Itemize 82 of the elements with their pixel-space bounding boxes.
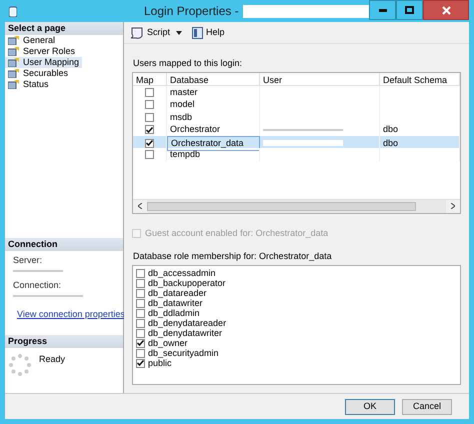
scrollbar-thumb[interactable] [147,202,416,211]
server-label: Server: [13,255,44,266]
role-label: db_owner [148,338,188,349]
role-label: db_securityadmin [148,348,219,359]
table-row[interactable]: master [133,86,460,98]
maximize-button[interactable] [396,0,423,20]
map-checkbox[interactable] [145,138,154,148]
role-checkbox[interactable] [136,338,145,348]
window-title: Login Properties - [144,4,239,18]
column-header[interactable]: Default Schema [380,72,460,86]
connection-label: Connection: [13,280,62,291]
table-cell: master [167,86,260,99]
scroll-left-button[interactable] [133,200,147,213]
page-icon [8,58,19,67]
table-cell: Orchestrator_data [167,136,260,151]
column-header[interactable]: Map [133,72,167,86]
redaction-bar [13,294,83,297]
dialog-button[interactable]: Cancel [402,398,452,414]
section-header: Select a page [5,22,123,35]
role-label: db_datareader [148,288,207,299]
role-label: public [148,358,172,369]
page-icon [8,68,19,78]
close-icon [442,6,450,14]
dialog-button[interactable]: OK [345,398,395,414]
minimize-button[interactable] [369,0,396,20]
role-checkbox[interactable] [136,288,145,298]
section-header: Progress [5,335,123,348]
role-label: db_ddladmin [148,308,200,319]
role-label: db_denydatareader [148,318,226,329]
page-item[interactable]: General [5,34,58,46]
map-checkbox[interactable] [145,150,154,160]
table-row[interactable]: msdb [133,110,460,124]
role-label: db_backupoperator [148,278,226,289]
page-icon [8,36,19,45]
maximize-icon [405,6,414,14]
role-checkbox[interactable] [136,298,145,308]
section-label: Database role membership for: Orchestrator_data [132,250,333,262]
section-header: Connection [5,238,123,252]
role-checkbox[interactable] [136,268,145,278]
page-item[interactable]: User Mapping [5,56,82,68]
section-label: Users mapped to this login: [132,57,244,69]
book-icon [192,26,204,38]
guest-label: Guest account enabled for: Orchestrator_data [145,228,328,239]
page-item[interactable]: Securables [5,68,72,79]
table-cell: tempdb [167,148,260,162]
minimize-icon [378,8,386,12]
table-cell: msdb [167,110,260,124]
map-checkbox[interactable] [145,100,154,110]
script-button[interactable]: Script [128,26,172,38]
page-icon [8,80,19,89]
role-checkbox[interactable] [136,358,145,368]
column-header[interactable]: Database [167,72,260,86]
table-cell: Orchestrator [167,123,260,136]
role-checkbox[interactable] [136,278,145,288]
column-header[interactable]: User [260,72,380,86]
connection-properties-link[interactable]: View connection properties [17,308,125,320]
help-button[interactable]: Help [190,26,227,38]
page-icon [8,46,19,56]
app-icon [9,6,17,16]
role-checkbox[interactable] [136,328,145,338]
scroll-right-button[interactable] [446,200,460,213]
page-item[interactable]: Status [5,78,52,90]
role-checkbox[interactable] [136,348,145,358]
table-cell: dbo [380,136,460,151]
table-row[interactable]: model [133,98,460,111]
role-label: db_accessadmin [148,268,216,279]
close-button[interactable] [423,0,469,20]
role-checkbox[interactable] [136,308,145,318]
map-checkbox[interactable] [145,88,154,97]
table-cell: model [167,98,260,112]
table-row[interactable]: Orchestrator_data dbo [133,136,460,148]
progress-status: Ready [39,354,66,366]
spinner-icon [9,354,31,376]
table-row[interactable]: tempdb [133,148,460,161]
map-checkbox[interactable] [145,112,154,122]
role-label: db_datawriter [148,298,203,309]
dropdown-caret-icon[interactable] [176,30,182,34]
role-checkbox[interactable] [136,318,145,328]
role-label: db_denydatawriter [148,328,222,339]
scroll-icon [130,26,144,38]
map-checkbox[interactable] [145,125,154,134]
page-item[interactable]: Server Roles [5,46,78,57]
